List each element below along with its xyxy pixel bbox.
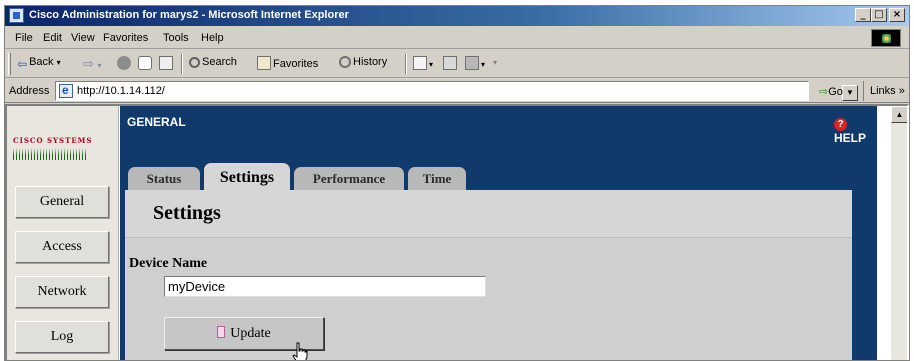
address-bar: Address http://10.1.14.112/ ▼ ⇨Go Links … xyxy=(5,79,909,103)
vertical-scrollbar[interactable]: ▲ xyxy=(891,106,907,360)
menu-view[interactable]: View xyxy=(71,32,95,44)
stop-button[interactable] xyxy=(117,56,133,70)
go-arrow-icon: ⇨ xyxy=(819,86,829,98)
menu-bar: File Edit View Favorites Tools Help xyxy=(5,27,909,49)
menu-help[interactable]: Help xyxy=(201,32,224,44)
back-arrow-icon: ⇦ xyxy=(17,57,28,71)
browser-window: Cisco Administration for marys2 - Micros… xyxy=(4,5,910,361)
cisco-bridge-icon xyxy=(13,148,87,160)
search-icon xyxy=(189,57,200,68)
search-button[interactable]: Search xyxy=(189,56,237,68)
forward-dropdown-icon: ▾ xyxy=(97,61,102,70)
nav-log-button[interactable]: Log xyxy=(15,321,109,353)
minimize-button[interactable]: _ xyxy=(855,8,871,22)
standard-toolbar: ⇦ Back ▾ ⇨ ▾ Search Favorites History ▾ ▾… xyxy=(5,50,909,78)
menu-edit[interactable]: Edit xyxy=(43,32,62,44)
nav-network-button[interactable]: Network xyxy=(15,276,109,308)
print-button[interactable] xyxy=(443,56,459,70)
refresh-icon xyxy=(138,56,152,70)
help-icon: ? xyxy=(834,118,847,131)
home-button[interactable] xyxy=(159,56,175,70)
menu-tools[interactable]: Tools xyxy=(163,32,189,44)
nav-general-button[interactable]: General xyxy=(15,186,109,218)
forward-arrow-icon: ⇨ xyxy=(83,56,94,71)
favorites-label: Favorites xyxy=(273,58,319,70)
menu-favorites[interactable]: Favorites xyxy=(103,32,148,44)
back-button[interactable]: ⇦ Back ▾ xyxy=(17,56,61,71)
edit-button[interactable]: ▾ xyxy=(465,56,485,70)
help-link[interactable]: ?HELP xyxy=(834,115,877,145)
panel-title: Settings xyxy=(153,202,221,224)
toolbar-grip[interactable] xyxy=(8,53,11,75)
favorites-button[interactable]: Favorites xyxy=(257,56,318,70)
history-label: History xyxy=(353,56,388,68)
tab-time[interactable]: Time xyxy=(408,167,466,191)
discuss-dropdown-icon: ▾ xyxy=(493,58,498,67)
cisco-logo: CISCO SYSTEMS xyxy=(13,136,92,160)
back-label: Back xyxy=(29,56,54,68)
tab-status[interactable]: Status xyxy=(128,167,200,191)
links-button[interactable]: Links » xyxy=(863,81,907,101)
ie-app-icon[interactable] xyxy=(9,8,24,23)
home-icon xyxy=(159,56,173,70)
left-navigation: CISCO SYSTEMS General Access Network Log xyxy=(7,106,119,360)
hand-cursor-icon xyxy=(292,342,308,360)
panel-header: Settings xyxy=(125,190,852,238)
mail-dropdown-icon: ▾ xyxy=(429,60,434,69)
windows-logo-icon xyxy=(871,29,901,47)
device-name-input[interactable] xyxy=(164,276,486,297)
nav-access-button[interactable]: Access xyxy=(15,231,109,263)
ie-page-icon xyxy=(59,83,73,98)
print-icon xyxy=(443,56,457,70)
go-button[interactable]: ⇨Go xyxy=(819,85,843,98)
address-url: http://10.1.14.112/ xyxy=(77,85,165,97)
close-button[interactable]: × xyxy=(889,8,905,22)
page-content: CISCO SYSTEMS General Access Network Log… xyxy=(5,104,909,360)
search-label: Search xyxy=(202,56,237,68)
section-title: GENERAL xyxy=(127,115,186,129)
tab-settings[interactable]: Settings xyxy=(204,163,290,191)
edit-icon xyxy=(465,56,479,70)
address-label: Address xyxy=(9,85,50,97)
history-icon xyxy=(339,56,351,68)
back-dropdown-icon: ▾ xyxy=(56,58,61,67)
edit-dropdown-icon: ▾ xyxy=(481,60,486,69)
cisco-logo-text: CISCO SYSTEMS xyxy=(13,136,93,145)
toolbar-separator xyxy=(405,54,407,74)
address-dropdown-button[interactable]: ▼ xyxy=(842,85,858,101)
favorites-icon xyxy=(257,56,271,70)
stop-icon xyxy=(117,56,131,70)
settings-panel: Settings Device Name Update xyxy=(125,190,852,360)
document-icon xyxy=(217,326,226,338)
title-bar[interactable]: Cisco Administration for marys2 - Micros… xyxy=(5,6,909,26)
mail-button[interactable]: ▾ xyxy=(413,56,433,70)
main-pane: GENERAL ?HELP Status Settings Performanc… xyxy=(120,106,877,360)
window-title: Cisco Administration for marys2 - Micros… xyxy=(29,9,349,21)
scroll-up-button[interactable]: ▲ xyxy=(891,106,907,123)
device-name-label: Device Name xyxy=(129,256,208,271)
maximize-button[interactable]: □ xyxy=(871,8,887,22)
mail-icon xyxy=(413,56,427,70)
address-input[interactable]: http://10.1.14.112/ ▼ xyxy=(55,81,858,101)
history-button[interactable]: History xyxy=(339,56,387,68)
go-label: Go xyxy=(828,86,843,98)
help-label: HELP xyxy=(834,131,867,145)
forward-button[interactable]: ⇨ ▾ xyxy=(83,56,102,72)
menu-file[interactable]: File xyxy=(15,32,33,44)
refresh-button[interactable] xyxy=(138,56,154,70)
update-label: Update xyxy=(230,326,271,341)
toolbar-separator xyxy=(181,54,183,74)
discuss-button[interactable]: ▾ xyxy=(493,56,497,68)
tab-performance[interactable]: Performance xyxy=(294,167,404,191)
